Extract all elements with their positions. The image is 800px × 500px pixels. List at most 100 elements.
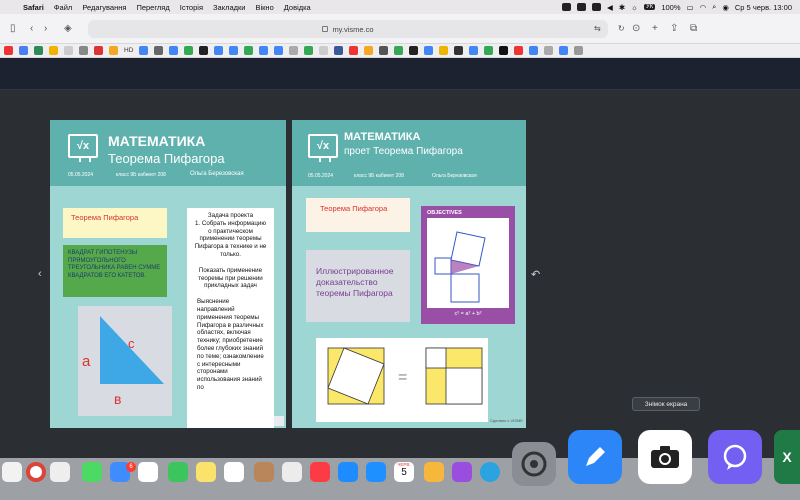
dock-excel-icon[interactable]: X xyxy=(774,430,800,484)
favorite-icon[interactable] xyxy=(439,46,449,55)
dock-music-icon[interactable] xyxy=(310,462,330,482)
undo-icon[interactable]: ↶ xyxy=(531,268,540,281)
favorite-icon[interactable] xyxy=(484,46,494,55)
volume-icon[interactable]: ◀︎ xyxy=(607,3,613,12)
shield-icon[interactable]: ◈ xyxy=(64,23,72,34)
dock-screenshot-icon[interactable] xyxy=(638,430,692,484)
spotlight-icon[interactable]: ⌕ xyxy=(712,2,716,12)
favorite-icon[interactable] xyxy=(499,46,509,55)
battery-percent[interactable]: 100% xyxy=(661,3,680,12)
favorite-icon[interactable] xyxy=(334,46,344,55)
favorite-label-hd[interactable]: HD xyxy=(124,47,133,54)
menu-clock[interactable]: Ср 5 черв. 13:00 xyxy=(735,3,792,12)
dock-reminders-icon[interactable] xyxy=(224,462,244,482)
favorite-icon[interactable] xyxy=(394,46,404,55)
dock-system-settings-icon[interactable] xyxy=(512,442,556,486)
dock-telegram-icon[interactable] xyxy=(480,462,500,482)
favorite-icon[interactable] xyxy=(64,46,73,55)
status-icon-3[interactable] xyxy=(592,3,602,11)
favorite-icon[interactable] xyxy=(379,46,389,55)
dock-viber-icon[interactable] xyxy=(708,430,762,484)
favorite-icon[interactable] xyxy=(529,46,539,55)
favorite-icon[interactable] xyxy=(34,46,43,55)
favorite-icon[interactable] xyxy=(4,46,13,55)
favorite-icon[interactable] xyxy=(559,46,569,55)
favorite-icon[interactable] xyxy=(544,46,554,55)
favorite-icon[interactable] xyxy=(94,46,103,55)
favorite-icon[interactable] xyxy=(274,46,284,55)
menu-file[interactable]: Файл xyxy=(49,3,77,12)
new-tab-icon[interactable]: + xyxy=(652,23,658,34)
dock-launchpad-icon[interactable] xyxy=(50,462,70,482)
sqrt-x-logo-icon: √x xyxy=(68,134,98,162)
display-icon[interactable]: ☼ xyxy=(631,3,638,12)
favorite-icon[interactable] xyxy=(229,46,239,55)
favorite-icon[interactable] xyxy=(244,46,254,55)
dock-contacts-icon[interactable] xyxy=(254,462,274,482)
sidebar-toggle-icon[interactable]: ▯ xyxy=(10,23,16,34)
dock-finder-icon[interactable] xyxy=(2,462,22,482)
menu-app-safari[interactable]: Safari xyxy=(18,3,49,12)
favorite-icon[interactable] xyxy=(19,46,28,55)
favorite-icon[interactable] xyxy=(259,46,269,55)
address-bar[interactable]: my.visme.co xyxy=(88,20,608,38)
favorite-icon[interactable] xyxy=(304,46,314,55)
favorite-icon[interactable] xyxy=(514,46,524,55)
dock-keynote-icon[interactable] xyxy=(338,462,358,482)
favorite-icon[interactable] xyxy=(139,46,149,55)
favorite-icon[interactable] xyxy=(409,46,419,55)
control-center-icon[interactable]: ◉ xyxy=(722,3,729,12)
menu-bookmarks[interactable]: Закладки xyxy=(208,3,250,12)
dock-pen-app-icon[interactable] xyxy=(568,430,622,484)
favorite-icon[interactable] xyxy=(574,46,584,55)
tabs-overview-icon[interactable]: ⧉ xyxy=(690,23,697,34)
keyboard-layout-indicator[interactable]: УК xyxy=(644,4,656,10)
dock-app-store-icon[interactable] xyxy=(366,462,386,482)
mail-unread-badge: 6 xyxy=(126,462,136,472)
menu-view[interactable]: Перегляд xyxy=(131,3,174,12)
menu-help[interactable]: Довідка xyxy=(279,3,316,12)
task-title: Задача проекта xyxy=(207,212,254,219)
favorite-icon[interactable] xyxy=(199,46,209,55)
dock-chrome-icon[interactable] xyxy=(26,462,46,482)
dock-notes-icon[interactable] xyxy=(196,462,216,482)
dock-pages-icon[interactable] xyxy=(424,462,444,482)
right-triangle-illustration: а с в xyxy=(82,316,164,407)
translate-icon[interactable]: ⇆ xyxy=(594,24,601,33)
favorite-icon[interactable] xyxy=(169,46,179,55)
favorite-icon[interactable] xyxy=(469,46,479,55)
wifi-icon[interactable]: ◠ xyxy=(700,3,707,12)
bluetooth-icon[interactable]: ✱ xyxy=(619,3,625,12)
favorite-icon[interactable] xyxy=(289,46,299,55)
favorite-icon[interactable] xyxy=(49,46,58,55)
previous-page-arrow-icon[interactable]: ‹ xyxy=(38,268,42,280)
dock-photos-icon[interactable] xyxy=(138,462,158,482)
dock-calendar-icon[interactable]: ЧЕРВ. 5 xyxy=(394,462,414,482)
favorite-icon[interactable] xyxy=(349,46,359,55)
favorite-icon[interactable] xyxy=(79,46,88,55)
favorite-icon[interactable] xyxy=(364,46,374,55)
favorite-icon[interactable] xyxy=(154,46,164,55)
forward-icon[interactable]: › xyxy=(44,23,47,34)
download-icon[interactable]: ⊙ xyxy=(632,23,640,34)
page-curl-corner[interactable] xyxy=(274,416,284,426)
dock-freeform-icon[interactable] xyxy=(282,462,302,482)
status-icon-2[interactable] xyxy=(577,3,587,11)
favorite-icon[interactable] xyxy=(184,46,194,55)
favorite-icon[interactable] xyxy=(319,46,329,55)
favorite-icon[interactable] xyxy=(109,46,118,55)
menu-window[interactable]: Вікно xyxy=(250,3,278,12)
favorite-icon[interactable] xyxy=(424,46,434,55)
dock-podcasts-icon[interactable] xyxy=(452,462,472,482)
back-icon[interactable]: ‹ xyxy=(30,23,33,34)
share-icon[interactable]: ⇪ xyxy=(670,23,678,34)
favorite-icon[interactable] xyxy=(214,46,224,55)
dock-messages-icon[interactable] xyxy=(82,462,102,482)
menu-history[interactable]: Історія xyxy=(175,3,208,12)
battery-icon[interactable]: ▭ xyxy=(687,3,694,12)
dock-facetime-icon[interactable] xyxy=(168,462,188,482)
favorite-icon[interactable] xyxy=(454,46,464,55)
status-icon-1[interactable] xyxy=(562,3,572,11)
menu-edit[interactable]: Редагування xyxy=(77,3,131,12)
reload-icon[interactable]: ↻ xyxy=(618,24,625,33)
